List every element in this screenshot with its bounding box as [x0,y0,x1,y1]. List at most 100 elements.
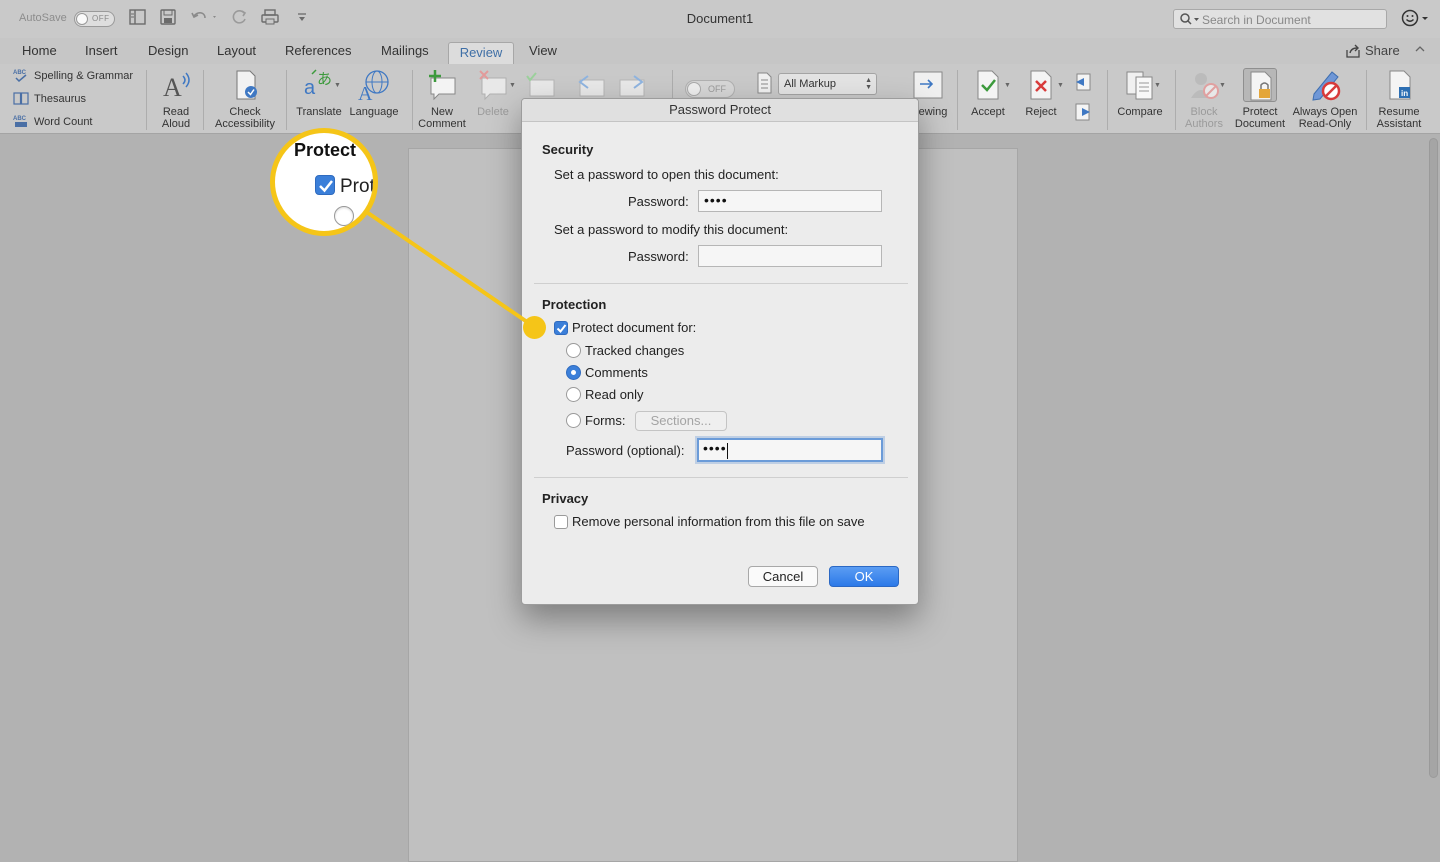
radio-comments[interactable] [566,365,581,380]
callout-highlight-dot [523,316,546,339]
new-comment-button[interactable]: New Comment [417,68,467,130]
optional-password-field[interactable]: •••• [697,438,883,462]
autosave-toggle[interactable]: OFF [74,11,115,27]
toggle-knob [76,13,88,25]
delete-comment-button[interactable]: Delete [470,68,516,118]
spelling-grammar-button[interactable]: ABC Spelling & Grammar [13,68,133,84]
customize-toolbar-icon[interactable] [297,9,307,25]
tab-design[interactable]: Design [141,42,195,64]
sidebar-toggle-icon[interactable] [129,9,146,25]
reject-icon [1030,70,1052,100]
autosave-label: AutoSave [19,12,67,24]
sections-button[interactable]: Sections... [635,411,727,431]
tab-insert[interactable]: Insert [78,42,125,64]
svg-text:ABC: ABC [13,70,27,76]
toggle-knob [687,82,701,96]
svg-text:A: A [358,83,373,102]
tab-review[interactable]: Review [448,42,514,64]
check-accessibility-label-2: Accessibility [215,118,275,130]
undo-icon[interactable] [190,9,218,25]
word-count-label: Word Count [34,116,93,128]
track-changes-toggle[interactable]: OFF [685,80,735,98]
previous-change-icon[interactable] [1073,72,1093,92]
track-toggle-state: OFF [708,84,726,94]
translate-button[interactable]: aあ Translate [294,68,344,118]
protect-document-icon [1243,68,1277,102]
redo-icon[interactable] [232,9,248,25]
zoom-protection-heading: Protect [294,140,357,160]
compare-button[interactable]: Compare [1114,68,1166,118]
delete-dropdown-icon[interactable]: ▼ [509,82,516,89]
ok-button[interactable]: OK [829,566,899,587]
print-icon[interactable] [261,9,279,25]
share-label: Share [1365,43,1400,58]
markup-document-icon [757,72,772,94]
tracked-changes-label: Tracked changes [585,343,685,358]
next-change-icon[interactable] [1073,102,1093,122]
compare-icon [1126,71,1153,100]
cancel-button[interactable]: Cancel [748,566,818,587]
privacy-heading: Privacy [542,491,589,506]
tab-references[interactable]: References [278,42,358,64]
open-password-label: Password: [628,194,689,209]
tab-mailings[interactable]: Mailings [374,42,436,64]
collapse-ribbon-icon[interactable] [1414,43,1426,57]
compare-dropdown-icon[interactable]: ▼ [1154,82,1161,89]
thesaurus-icon [13,92,29,105]
tab-layout[interactable]: Layout [210,42,263,64]
feedback-smiley-icon[interactable] [1400,8,1432,28]
reject-dropdown-icon[interactable]: ▼ [1057,82,1064,89]
group-divider [1175,70,1176,130]
modify-password-field[interactable] [698,245,882,267]
reject-button[interactable]: Reject [1019,68,1063,118]
share-icon [1346,44,1360,58]
zoom-protect-label: Prot [340,176,375,197]
always-open-readonly-button[interactable]: Always Open Read-Only [1290,68,1360,130]
block-authors-button[interactable]: Block Authors [1180,68,1228,130]
read-only-label: Read only [585,387,644,402]
new-comment-icon [429,70,456,101]
language-icon: A [358,70,389,102]
thesaurus-button[interactable]: Thesaurus [13,91,86,107]
protection-heading: Protection [542,297,607,312]
read-aloud-label-1: Read [162,106,190,118]
share-button[interactable]: Share [1345,43,1400,58]
resume-assistant-label-1: Resume [1378,106,1420,118]
spelling-label: Spelling & Grammar [34,70,134,82]
tab-view[interactable]: View [522,42,564,64]
word-count-button[interactable]: ABC Word Count [13,114,93,130]
vertical-scrollbar[interactable] [1429,138,1438,778]
block-authors-dropdown-icon[interactable]: ▼ [1219,82,1226,89]
read-aloud-button[interactable]: A Read Aloud [156,68,196,130]
language-button[interactable]: A Language [346,68,402,118]
group-divider [412,70,413,130]
search-input[interactable]: Search in Document [1173,9,1387,29]
radio-read-only[interactable] [566,387,581,402]
zoom-checkbox [315,175,335,195]
protect-document-label: Protect document for: [572,320,697,335]
remove-personal-info-checkbox[interactable] [554,515,568,529]
translate-dropdown-icon[interactable]: ▼ [334,82,341,89]
protect-document-button[interactable]: Protect Document [1233,68,1287,130]
read-aloud-label-2: Aloud [161,118,191,130]
checkmark-icon [556,324,567,334]
check-accessibility-button[interactable]: Check Accessibility [210,68,280,130]
accept-label: Accept [971,106,1005,118]
svg-text:A: A [163,73,182,102]
accept-button[interactable]: Accept [966,68,1010,118]
ribbon-tabs: Home Insert Design Layout References Mai… [0,38,1440,64]
section-divider [534,283,908,284]
open-password-field[interactable]: •••• [698,190,882,212]
group-divider [146,70,147,130]
protect-document-checkbox[interactable] [554,321,568,335]
save-icon[interactable] [160,9,176,25]
accept-dropdown-icon[interactable]: ▼ [1004,82,1011,89]
radio-forms[interactable] [566,413,581,428]
svg-text:in: in [1401,89,1408,98]
zoom-magnifier: Protect Prot [270,128,378,236]
resume-assistant-button[interactable]: in Resume Assistant [1372,68,1426,130]
tab-home[interactable]: Home [15,42,64,64]
markup-select[interactable]: All Markup ▲ ▼ [778,73,877,95]
resume-assistant-label-2: Assistant [1376,118,1422,130]
radio-tracked-changes[interactable] [566,343,581,358]
